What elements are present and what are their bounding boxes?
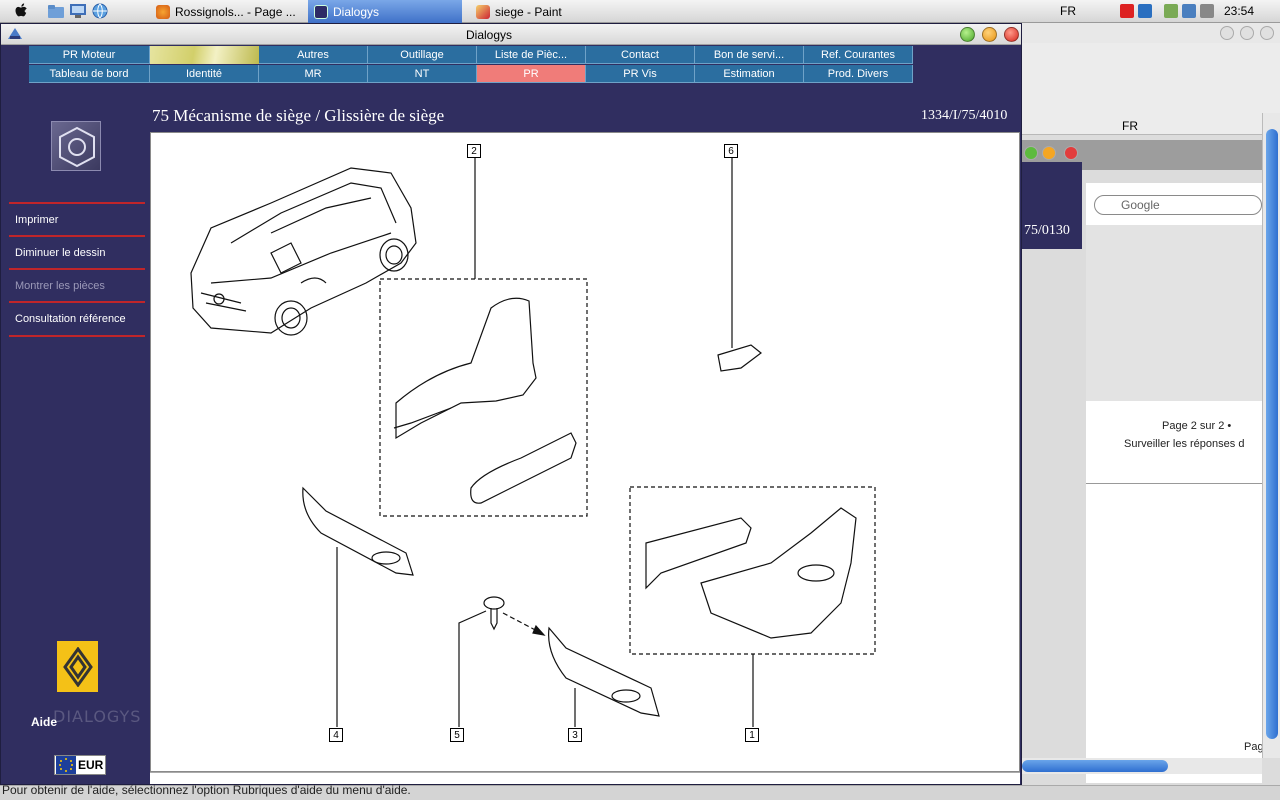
renault-logo bbox=[57, 641, 98, 692]
dialogys-window: Dialogys PR Moteur Autres Outillage List… bbox=[0, 23, 1022, 785]
green-button-icon[interactable] bbox=[1024, 146, 1038, 160]
task-label: Dialogys bbox=[333, 4, 380, 19]
maximize-icon[interactable] bbox=[1240, 26, 1254, 40]
eu-flag-icon bbox=[56, 756, 76, 774]
task-paint[interactable]: siege - Paint bbox=[470, 0, 620, 23]
clock[interactable]: 23:54 bbox=[1224, 4, 1254, 18]
taskbar: Rossignols... - Page ... Dialogys siege … bbox=[0, 0, 1280, 23]
menu-prod-divers[interactable]: Prod. Divers bbox=[804, 65, 913, 83]
print-link[interactable]: Imprimer bbox=[9, 202, 145, 235]
sidebar-divider bbox=[9, 335, 145, 337]
callout-5[interactable]: 5 bbox=[450, 728, 464, 742]
menu-nt[interactable]: NT bbox=[368, 65, 477, 83]
minimize-icon[interactable] bbox=[1220, 26, 1234, 40]
firefox-icon bbox=[156, 4, 170, 19]
reduce-drawing-label: Diminuer le dessin bbox=[15, 246, 106, 259]
window-titlebar[interactable]: Dialogys bbox=[1, 24, 1021, 45]
menu-outillage[interactable]: Outillage bbox=[368, 46, 477, 64]
scroll-thumb[interactable] bbox=[1266, 129, 1278, 739]
folder-icon[interactable] bbox=[48, 3, 64, 19]
menu-pr-vis[interactable]: PR Vis bbox=[586, 65, 695, 83]
scroll-thumb[interactable] bbox=[1022, 760, 1168, 772]
watch-replies-link[interactable]: Surveiller les réponses d bbox=[1124, 438, 1244, 450]
close-icon[interactable] bbox=[1004, 27, 1019, 42]
hexagon-logo bbox=[51, 121, 101, 171]
paint-icon bbox=[476, 4, 490, 19]
red-button-icon[interactable] bbox=[1064, 146, 1078, 160]
dialogys-brand: DIALOGYS bbox=[53, 707, 142, 726]
divider bbox=[1086, 483, 1262, 484]
reduce-drawing-link[interactable]: Diminuer le dessin bbox=[9, 235, 145, 268]
print-label: Imprimer bbox=[15, 213, 59, 226]
apple-icon[interactable] bbox=[14, 3, 30, 19]
task-dialogys[interactable]: Dialogys bbox=[308, 0, 462, 23]
vertical-scrollbar[interactable] bbox=[1262, 113, 1280, 758]
menu-contact[interactable]: Contact bbox=[586, 46, 695, 64]
task-label: siege - Paint bbox=[495, 4, 562, 19]
background-browser-window[interactable]: FR 75/0130 G Google Page 2 sur 2 • Surve… bbox=[1022, 23, 1280, 785]
menu-pr-moteur[interactable]: PR Moteur bbox=[29, 46, 150, 64]
page-fragment: Pag bbox=[1244, 741, 1264, 753]
yellow-button-icon[interactable] bbox=[1042, 146, 1056, 160]
status-text: Pour obtenir de l'aide, sélectionnez l'o… bbox=[2, 783, 411, 797]
car-illustration bbox=[190, 167, 417, 336]
background-toolbar bbox=[1022, 43, 1280, 135]
menu-tableau-de-bord[interactable]: Tableau de bord bbox=[29, 65, 150, 83]
desktop-icon[interactable] bbox=[70, 3, 86, 19]
connection-tray-icon[interactable] bbox=[1182, 4, 1196, 18]
language-indicator: FR bbox=[1122, 119, 1138, 133]
callout-3[interactable]: 3 bbox=[568, 728, 582, 742]
reference-lookup-label: Consultation référence bbox=[15, 312, 126, 325]
help-link[interactable]: Aide bbox=[31, 715, 57, 729]
dialogys-icon bbox=[314, 4, 328, 19]
status-bar: Pour obtenir de l'aide, sélectionnez l'o… bbox=[0, 783, 1280, 800]
globe-icon[interactable] bbox=[92, 3, 108, 19]
page-title: 75 Mécanisme de siège / Glissière de siè… bbox=[152, 106, 445, 125]
menu-liste-pieces[interactable]: Liste de Pièc... bbox=[477, 46, 586, 64]
seat-mechanism-diagram bbox=[190, 157, 876, 727]
volume-muted-icon[interactable] bbox=[1200, 4, 1214, 18]
menu-autres[interactable]: Autres bbox=[259, 46, 368, 64]
page-info: Page 2 sur 2 • bbox=[1162, 420, 1232, 432]
show-parts-label: Montrer les pièces bbox=[15, 279, 105, 292]
background-titlebar bbox=[1022, 23, 1280, 43]
currency-label: EUR bbox=[78, 758, 104, 772]
menu-bon-service[interactable]: Bon de servi... bbox=[695, 46, 804, 64]
menu-ref-courantes[interactable]: Ref. Courantes bbox=[804, 46, 913, 64]
menu-banner-image bbox=[150, 46, 259, 64]
task-rossignols[interactable]: Rossignols... - Page ... bbox=[150, 0, 300, 23]
background-grey-area bbox=[1086, 225, 1262, 401]
menu-estimation[interactable]: Estimation bbox=[695, 65, 804, 83]
currency-badge[interactable]: EUR bbox=[54, 755, 106, 775]
exploded-drawing[interactable]: 2 6 4 5 3 1 bbox=[150, 132, 1020, 772]
horizontal-scrollbar[interactable] bbox=[1022, 758, 1262, 774]
callout-1[interactable]: 1 bbox=[745, 728, 759, 742]
callout-4[interactable]: 4 bbox=[329, 728, 343, 742]
close-icon[interactable] bbox=[1260, 26, 1274, 40]
search-input[interactable]: Google bbox=[1094, 195, 1262, 215]
task-label: Rossignols... - Page ... bbox=[175, 4, 296, 19]
hexagon-icon bbox=[59, 126, 95, 168]
minimize-icon[interactable] bbox=[982, 27, 997, 42]
menu-identite[interactable]: Identité bbox=[150, 65, 259, 83]
reference-code: 1334/I/75/4010 bbox=[921, 108, 1008, 123]
language-indicator[interactable]: FR bbox=[1060, 4, 1076, 18]
network-tray-icon[interactable] bbox=[1138, 4, 1152, 18]
search-placeholder: Google bbox=[1121, 198, 1160, 212]
maximize-icon[interactable] bbox=[960, 27, 975, 42]
callout-6[interactable]: 6 bbox=[724, 144, 738, 158]
show-parts-link: Montrer les pièces bbox=[9, 268, 145, 301]
renault-diamond-icon bbox=[62, 646, 93, 687]
callout-2[interactable]: 2 bbox=[467, 144, 481, 158]
reference-fragment: 75/0130 bbox=[1024, 223, 1070, 238]
window-title: Dialogys bbox=[465, 28, 513, 42]
antivirus-tray-icon[interactable] bbox=[1120, 4, 1134, 18]
reference-lookup-link[interactable]: Consultation référence bbox=[9, 301, 145, 334]
menu-mr[interactable]: MR bbox=[259, 65, 368, 83]
device-tray-icon[interactable] bbox=[1164, 4, 1178, 18]
menu-pr[interactable]: PR bbox=[477, 65, 586, 83]
